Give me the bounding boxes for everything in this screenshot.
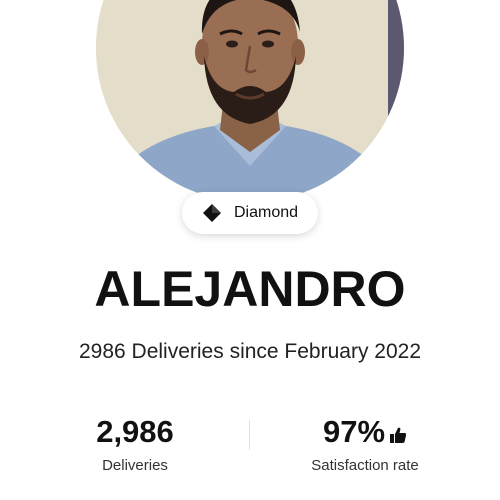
- tier-badge[interactable]: Diamond: [182, 192, 318, 234]
- profile-page: Diamond ALEJANDRO 2986 Deliveries since …: [0, 0, 500, 500]
- diamond-icon: [202, 204, 221, 222]
- stat-deliveries: 2,986 Deliveries: [35, 412, 235, 477]
- thumbs-up-icon: [390, 427, 407, 443]
- profile-name: ALEJANDRO: [94, 261, 406, 317]
- stat-value: 2,986: [96, 412, 174, 452]
- deliveries-summary: 2986 Deliveries since February 2022: [78, 340, 422, 363]
- stat-satisfaction: 97% Satisfaction rate: [265, 412, 465, 477]
- stat-divider: [249, 420, 250, 450]
- satisfaction-rate: 97%: [322, 414, 386, 449]
- avatar-photo: [96, 0, 404, 202]
- stat-label: Satisfaction rate: [311, 457, 419, 474]
- stat-value: 97%: [323, 412, 407, 452]
- badge-label: Diamond: [233, 204, 299, 221]
- stat-label: Deliveries: [102, 457, 168, 474]
- avatar: [96, 0, 404, 202]
- deliveries-count: 2,986: [96, 414, 174, 449]
